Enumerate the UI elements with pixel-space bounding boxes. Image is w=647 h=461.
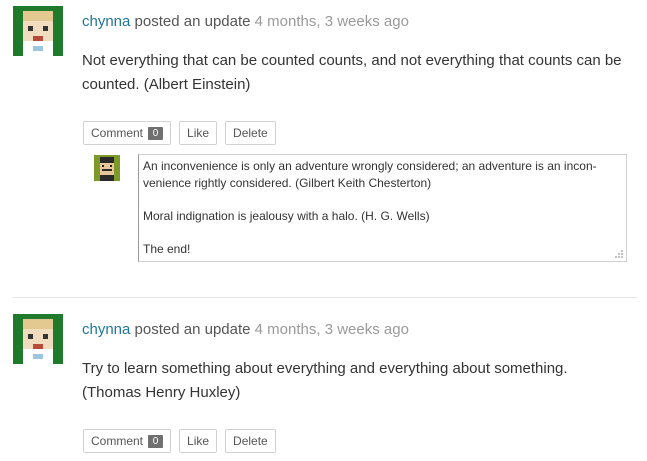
activity-header: chynna posted an update 4 months, 3 week…: [82, 12, 409, 32]
activity-action: posted an update: [134, 321, 251, 338]
reply-line: Moral indignation is jealousy with a hal…: [143, 209, 430, 223]
reply-avatar: [94, 155, 120, 181]
like-button[interactable]: Like: [179, 121, 218, 145]
comment-count-badge: 0: [148, 434, 164, 448]
activity-header: chynna posted an update 4 months, 3 week…: [82, 320, 409, 340]
reply-line: The end!: [143, 242, 191, 256]
comment-count-badge: 0: [148, 126, 164, 140]
activity-timestamp[interactable]: 4 months, 3 weeks ago: [255, 321, 409, 338]
delete-button[interactable]: Delete: [225, 121, 276, 145]
activity-divider: [12, 297, 637, 298]
user-avatar[interactable]: [13, 314, 63, 364]
user-avatar[interactable]: [13, 6, 63, 56]
reply-textarea[interactable]: An inconvenience is only an adventure wr…: [138, 154, 627, 262]
delete-button[interactable]: Delete: [225, 429, 276, 453]
activity-buttons: Comment 0 Like Delete: [83, 121, 276, 145]
comment-label: Comment: [91, 126, 144, 140]
comment-button[interactable]: Comment 0: [83, 429, 172, 453]
comment-button[interactable]: Comment 0: [83, 121, 172, 145]
like-button[interactable]: Like: [179, 429, 218, 453]
activity-buttons: Comment 0 Like Delete: [83, 429, 276, 453]
activity-content: Try to learn something about everything …: [82, 360, 568, 401]
activity-item: chynna posted an update 4 months, 3 week…: [0, 308, 647, 461]
activity-content: Not everything that can be counted count…: [82, 52, 622, 93]
reply-line: An inconvenience is only an adventure wr…: [143, 159, 597, 190]
user-link[interactable]: chynna: [82, 13, 130, 30]
activity-action: posted an update: [134, 13, 251, 30]
activity-timestamp[interactable]: 4 months, 3 weeks ago: [255, 13, 409, 30]
activity-item: chynna posted an update 4 months, 3 week…: [0, 0, 647, 290]
comment-label: Comment: [91, 434, 144, 448]
resize-grip-icon[interactable]: [614, 249, 624, 259]
user-link[interactable]: chynna: [82, 321, 130, 338]
